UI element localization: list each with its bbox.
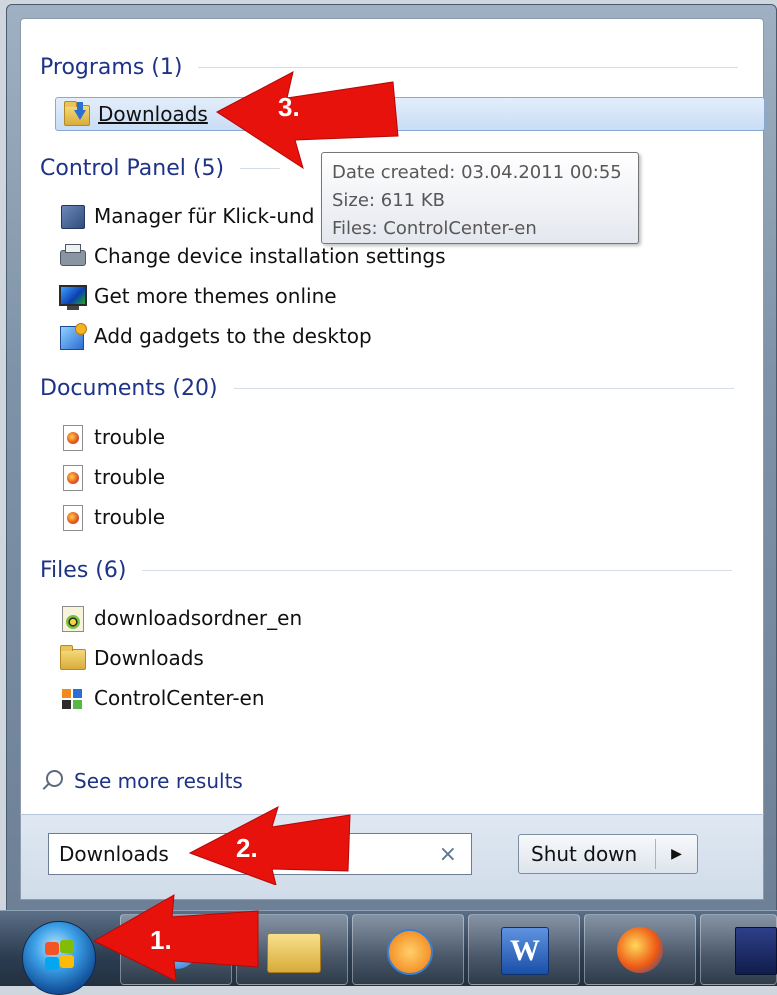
taskbar-media-player-button[interactable] bbox=[352, 914, 464, 985]
annotation-label-3: 3. bbox=[278, 92, 300, 122]
monitor-icon bbox=[58, 282, 87, 310]
control-panel-item[interactable]: Manager für Klick-und bbox=[58, 199, 314, 233]
printer-icon bbox=[58, 242, 86, 270]
folder-icon bbox=[58, 644, 86, 672]
control-panel-item[interactable]: Change device installation settings bbox=[58, 239, 446, 273]
control-panel-item[interactable]: Get more themes online bbox=[58, 279, 337, 313]
word-icon: W bbox=[501, 927, 549, 975]
media-player-icon bbox=[387, 929, 433, 975]
firefox-icon bbox=[617, 927, 663, 973]
floppy-disk-icon bbox=[735, 927, 777, 975]
see-more-results-link[interactable]: See more results bbox=[40, 766, 243, 796]
section-header-files[interactable]: Files (6) bbox=[40, 555, 733, 585]
annotation-label-1: 1. bbox=[150, 925, 172, 955]
control-panel-item[interactable]: Add gadgets to the desktop bbox=[58, 319, 372, 353]
taskbar-app-button[interactable] bbox=[700, 914, 777, 985]
shut-down-button[interactable]: Shut down ▶ bbox=[518, 834, 698, 874]
firefox-document-icon bbox=[58, 463, 86, 491]
annotation-arrow-3 bbox=[216, 71, 399, 170]
firefox-document-icon bbox=[58, 423, 86, 451]
taskbar-word-button[interactable]: W bbox=[468, 914, 580, 985]
shut-down-options-arrow-icon[interactable]: ▶ bbox=[656, 846, 697, 862]
download-file-icon bbox=[58, 604, 86, 632]
tooltip-size: Size: 611 KB bbox=[332, 190, 445, 211]
section-header-documents[interactable]: Documents (20) bbox=[40, 373, 734, 403]
windows-logo-icon bbox=[43, 940, 75, 970]
search-input-value: Downloads bbox=[59, 842, 169, 866]
file-item[interactable]: Downloads bbox=[58, 641, 204, 675]
firefox-document-icon bbox=[58, 503, 86, 531]
document-item[interactable]: trouble bbox=[58, 460, 165, 494]
annotation-label-2: 2. bbox=[236, 833, 258, 863]
control-center-icon bbox=[58, 684, 86, 712]
start-button[interactable] bbox=[22, 921, 96, 995]
folder-download-icon bbox=[62, 100, 90, 128]
taskbar-firefox-button[interactable] bbox=[584, 914, 696, 985]
document-item[interactable]: trouble bbox=[58, 420, 165, 454]
magnifier-icon bbox=[40, 768, 64, 794]
file-item[interactable]: ControlCenter-en bbox=[58, 681, 265, 715]
folder-icon bbox=[267, 933, 321, 973]
program-item-downloads[interactable]: Downloads bbox=[55, 97, 765, 131]
control-panel-icon bbox=[58, 202, 86, 230]
annotation-arrow-1 bbox=[92, 894, 259, 982]
annotation-arrow-2 bbox=[188, 806, 351, 885]
gadget-icon bbox=[58, 322, 87, 350]
clear-search-icon[interactable]: × bbox=[439, 842, 457, 867]
tooltip-files: Files: ControlCenter-en bbox=[332, 218, 537, 239]
document-item[interactable]: trouble bbox=[58, 500, 165, 534]
file-item[interactable]: downloadsordner_en bbox=[58, 601, 302, 635]
shut-down-label: Shut down bbox=[531, 842, 638, 866]
